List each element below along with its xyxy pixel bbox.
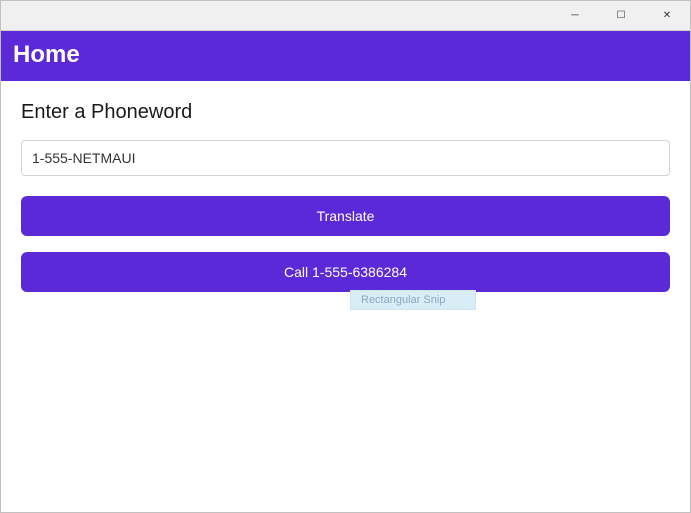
phoneword-input[interactable]: [21, 140, 670, 176]
call-button[interactable]: Call 1-555-6386284: [21, 252, 670, 292]
snip-overlay: Rectangular Snip: [350, 290, 476, 310]
translate-button[interactable]: Translate: [21, 196, 670, 236]
minimize-icon: ─: [571, 10, 578, 21]
window-titlebar: ─ ☐ ✕: [1, 1, 690, 31]
close-button[interactable]: ✕: [644, 1, 690, 31]
maximize-icon: ☐: [617, 10, 626, 21]
app-header: Home: [1, 31, 690, 81]
minimize-button[interactable]: ─: [552, 1, 598, 31]
page-title: Home: [13, 41, 80, 69]
main-content: Enter a Phoneword Translate Call 1-555-6…: [1, 81, 690, 328]
close-icon: ✕: [663, 10, 671, 21]
phoneword-label: Enter a Phoneword: [21, 101, 670, 124]
maximize-button[interactable]: ☐: [598, 1, 644, 31]
